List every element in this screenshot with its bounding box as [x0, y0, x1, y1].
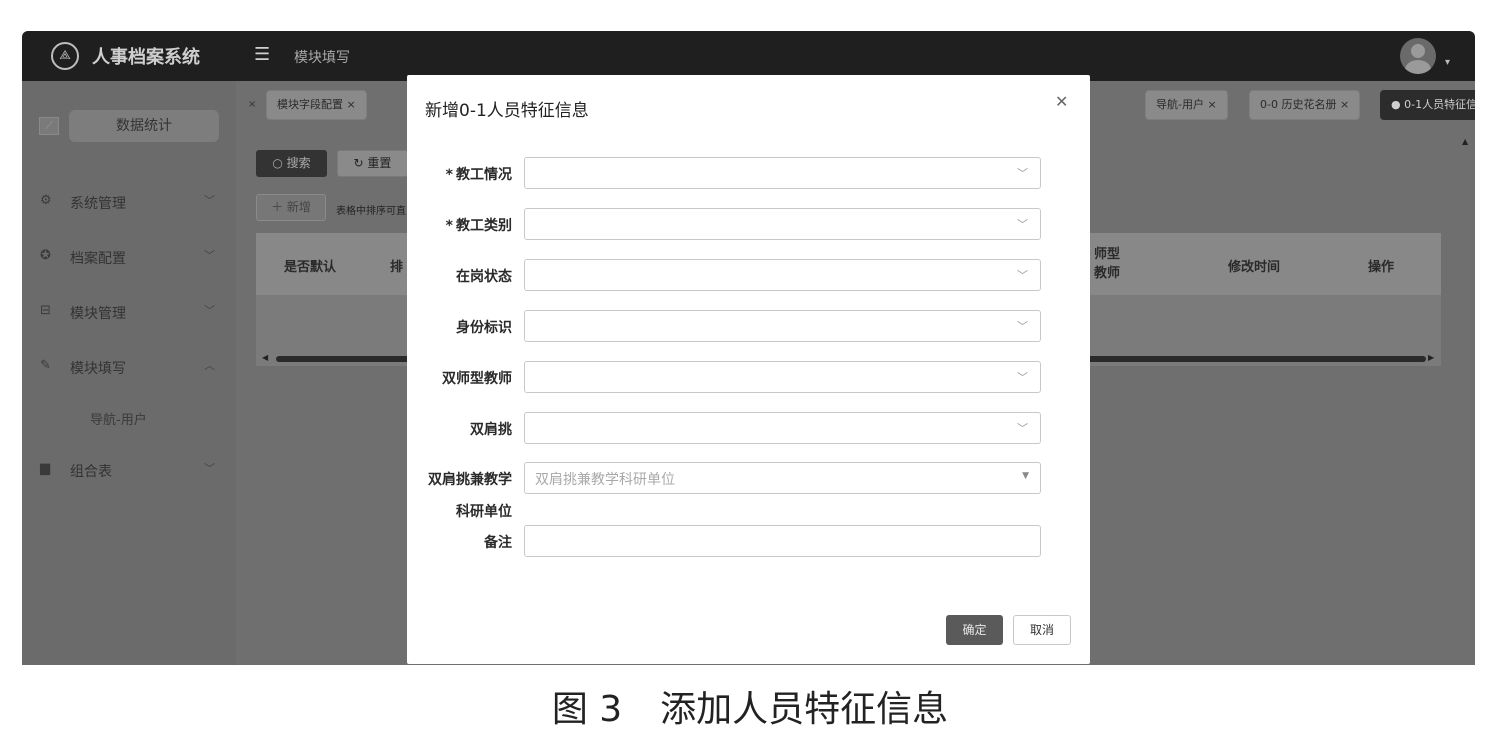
tab-personnel-features[interactable]: ● 0-1人员特征信息 — [1380, 90, 1475, 120]
close-icon[interactable]: ✕ — [1055, 92, 1068, 111]
sidebar-item-label: 系统管理 — [70, 196, 126, 212]
field-label: 身份标识 — [456, 320, 512, 336]
add-dialog: 新增0-1人员特征信息 ✕ * 教工情况 ﹀ * 教工类别 ﹀ 在岗状态 ﹀ 身份标… — [407, 75, 1090, 664]
app-title: 人事档案系统 — [92, 47, 200, 68]
module-icon: ⊟ — [40, 303, 51, 318]
chevron-down-icon: ﹀ — [204, 304, 215, 317]
caret-down-icon: ▼ — [1022, 471, 1029, 481]
table-hint: 表格中排序可直 — [336, 206, 406, 217]
sidebar-subitem-nav-user[interactable]: 导航-用户 — [90, 409, 147, 428]
avatar-body-shape — [1405, 60, 1431, 74]
research-unit-select[interactable]: 双肩挑兼教学科研单位 ▼ — [524, 462, 1041, 494]
avatar-head-shape — [1411, 44, 1425, 58]
field-label: * 教工类别 — [445, 218, 512, 234]
sidebar-item-dashboard[interactable]: 数据统计 — [69, 110, 219, 142]
chevron-down-icon: ﹀ — [1017, 269, 1028, 282]
figure-title: 添加人员特征信息 — [660, 689, 949, 730]
reset-button[interactable]: ↻ 重置 — [337, 150, 408, 177]
staff-category-select[interactable]: ﹀ — [524, 208, 1041, 240]
dual-role-select[interactable]: ﹀ — [524, 412, 1041, 444]
scroll-up-icon[interactable]: ▲ — [1462, 137, 1468, 146]
field-label: * 教工情况 — [445, 167, 512, 183]
sidebar-item-label: 模块管理 — [70, 306, 126, 322]
column-header-line: 师型 — [1094, 247, 1121, 262]
tab-label: 0-0 历史花名册 — [1260, 98, 1337, 111]
sidebar-item-system[interactable]: ⚙ 系统管理 ﹀ — [22, 187, 236, 217]
field-label: 双肩挑 — [470, 422, 512, 438]
reset-label: 重置 — [367, 156, 392, 170]
field-label: 在岗状态 — [456, 269, 512, 285]
tab-nav-user[interactable]: 导航-用户 × — [1145, 90, 1228, 120]
employment-status-select[interactable]: ﹀ — [524, 259, 1041, 291]
scroll-left-icon[interactable]: ◀ — [262, 353, 268, 362]
search-label: 搜索 — [286, 156, 311, 170]
column-header: 是否默认 — [284, 260, 337, 275]
dual-teacher-select[interactable]: ﹀ — [524, 361, 1041, 393]
scroll-right-icon[interactable]: ▶ — [1428, 353, 1434, 362]
sidebar-item-module-manage[interactable]: ⊟ 模块管理 ﹀ — [22, 297, 236, 327]
tab-label: 导航-用户 — [1156, 98, 1204, 111]
field-label: 双肩挑兼教学 — [428, 472, 512, 488]
table-icon: ▆ — [40, 461, 50, 476]
gear-icon: ⚙ — [40, 193, 52, 208]
field-label-text: 教工类别 — [456, 218, 512, 234]
chevron-down-icon: ﹀ — [204, 194, 215, 207]
edit-icon: ✎ — [40, 358, 51, 373]
add-button[interactable]: ＋ 新增 — [256, 194, 326, 221]
dialog-title: 新增0-1人员特征信息 — [425, 101, 589, 121]
chevron-down-icon: ﹀ — [1017, 218, 1028, 231]
sidebar-item-combined-table[interactable]: ▆ 组合表 ﹀ — [22, 455, 236, 485]
sidebar-item-archive-config[interactable]: ✪ 档案配置 ﹀ — [22, 242, 236, 272]
sidebar-item-module-fill[interactable]: ✎ 模块填写 ︿ — [22, 352, 236, 382]
column-header: 排 — [390, 260, 404, 275]
chevron-down-icon: ﹀ — [204, 249, 215, 262]
chevron-down-icon: ﹀ — [1017, 320, 1028, 333]
identity-select[interactable]: ﹀ — [524, 310, 1041, 342]
column-header-line: 教师 — [1094, 266, 1121, 281]
sidebar-item-label: 组合表 — [70, 464, 112, 480]
sidebar-item-label: 档案配置 — [70, 251, 126, 267]
field-label: 备注 — [484, 535, 512, 551]
figure-caption: 图 3 添加人员特征信息 — [0, 680, 1500, 732]
search-button[interactable]: ○ 搜索 — [256, 150, 327, 177]
chevron-down-icon: ﹀ — [204, 462, 215, 475]
remark-input[interactable] — [524, 525, 1041, 557]
column-header: 修改时间 — [1228, 260, 1281, 275]
logo-icon: ⟁ — [51, 42, 79, 70]
chevron-down-icon: ﹀ — [1017, 371, 1028, 384]
caret-down-icon[interactable]: ▾ — [1445, 57, 1450, 68]
tab-label: 模块字段配置 — [277, 98, 343, 111]
sidebar: ⟋ 数据统计 ⚙ 系统管理 ﹀ ✪ 档案配置 ﹀ ⊟ 模块管理 ﹀ ✎ 模块填写… — [22, 81, 236, 665]
chevron-up-icon: ︿ — [204, 359, 215, 372]
settings-icon: ✪ — [40, 248, 51, 263]
chart-icon: ⟋ — [39, 117, 59, 135]
header-breadcrumb: 模块填写 — [294, 50, 350, 66]
column-header: 师型 教师 — [1094, 245, 1120, 283]
top-bar: ⟁ 人事档案系统 ☰ 模块填写 ▾ — [22, 31, 1475, 81]
avatar[interactable] — [1400, 38, 1436, 74]
chevron-down-icon: ﹀ — [1017, 167, 1028, 180]
confirm-button[interactable]: 确定 — [946, 615, 1003, 645]
cancel-button[interactable]: 取消 — [1013, 615, 1071, 645]
field-label-text: 教工情况 — [456, 167, 512, 183]
tab-module-field-config[interactable]: 模块字段配置 × — [266, 90, 367, 120]
column-header: 操作 — [1368, 260, 1395, 275]
tab-history-roster[interactable]: 0-0 历史花名册 × — [1249, 90, 1361, 120]
close-icon[interactable]: × — [248, 99, 256, 110]
figure-number: 图 3 — [551, 689, 623, 730]
sidebar-item-label: 模块填写 — [70, 361, 126, 377]
chevron-down-icon: ﹀ — [1017, 422, 1028, 435]
field-label: 科研单位 — [456, 504, 512, 520]
staff-status-select[interactable]: ﹀ — [524, 157, 1041, 189]
select-placeholder: 双肩挑兼教学科研单位 — [535, 472, 675, 488]
tab-label: 0-1人员特征信息 — [1404, 98, 1475, 111]
field-label: 双师型教师 — [442, 371, 512, 387]
menu-toggle-icon[interactable]: ☰ — [254, 45, 272, 65]
add-label: 新增 — [286, 200, 311, 214]
